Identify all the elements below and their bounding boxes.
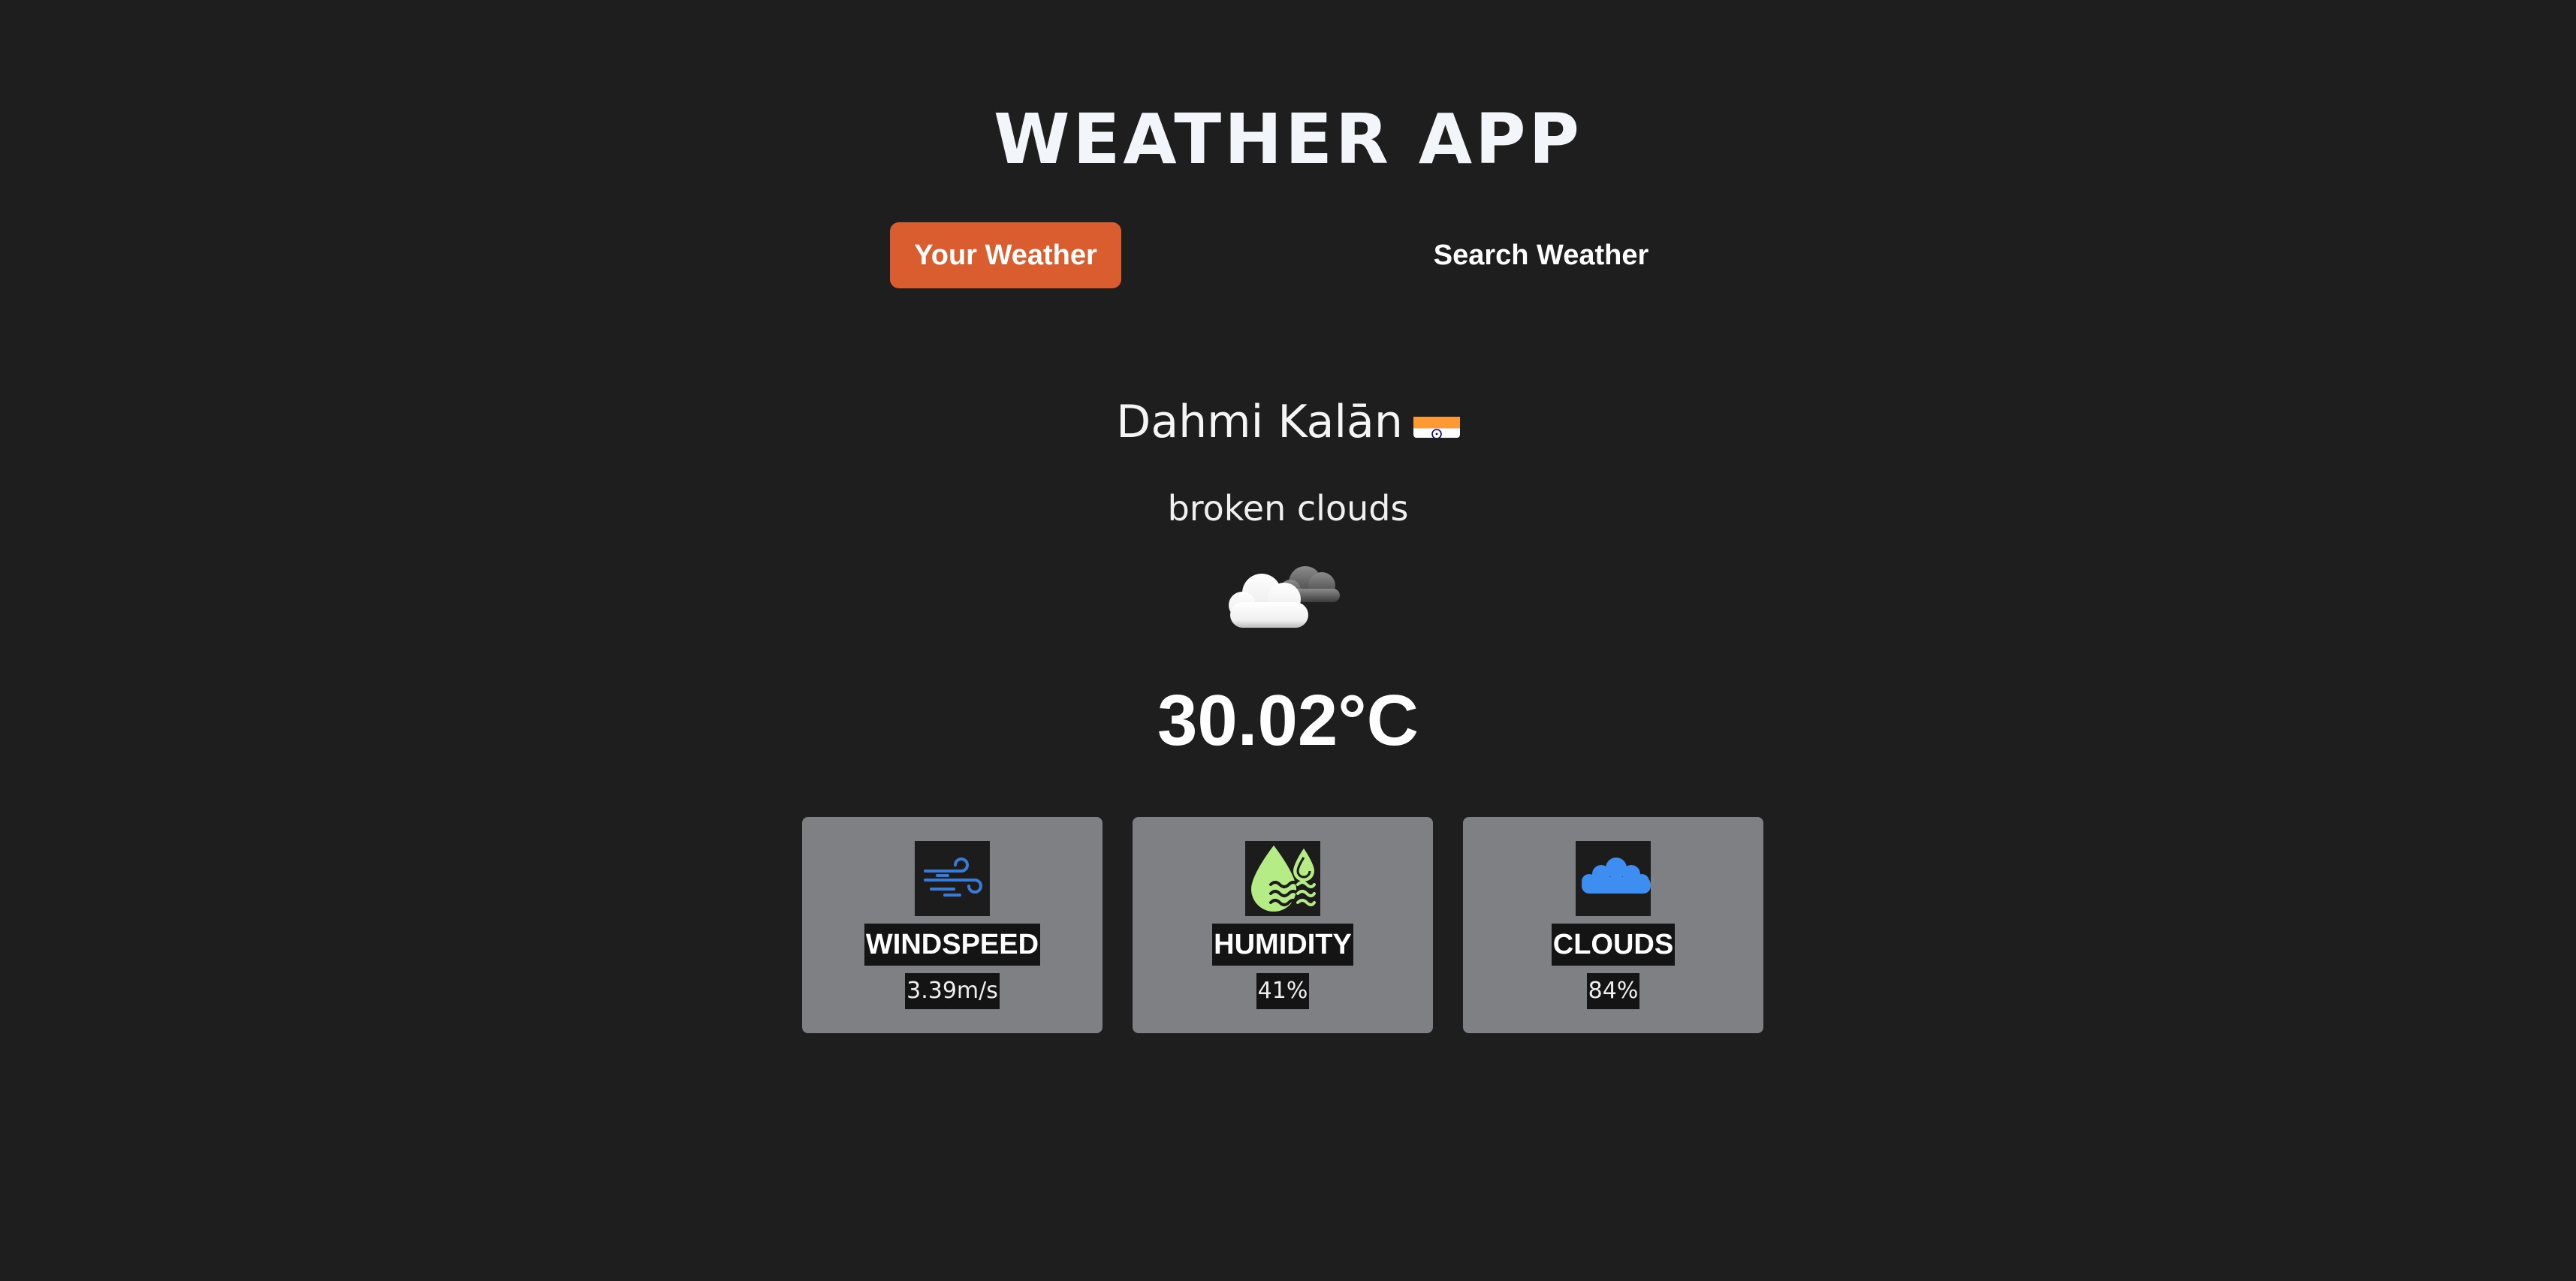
clouds-card: CLOUDS 84% xyxy=(1463,817,1763,1033)
india-flag-icon xyxy=(1413,403,1460,439)
weather-app: WEATHER APP Your Weather Search Weather … xyxy=(0,0,2576,1281)
weather-description: broken clouds xyxy=(1167,488,1409,529)
wind-icon xyxy=(915,841,990,916)
clouds-label: CLOUDS xyxy=(1551,924,1676,966)
humidity-card: HUMIDITY 41% xyxy=(1133,817,1433,1033)
city-name-row: Dahmi Kalān xyxy=(0,389,2576,455)
humidity-drop-icon xyxy=(1245,841,1320,916)
broken-clouds-icon xyxy=(1217,556,1352,638)
windspeed-label: WINDSPEED xyxy=(864,924,1041,966)
tab-bar: Your Weather Search Weather xyxy=(0,222,2576,288)
city-name: Dahmi Kalān xyxy=(1116,396,1403,448)
windspeed-card: WINDSPEED 3.39m/s xyxy=(802,817,1102,1033)
humidity-label: HUMIDITY xyxy=(1212,924,1353,966)
tab-search-weather[interactable]: Search Weather xyxy=(1398,222,1684,288)
cloud-icon xyxy=(1576,841,1651,916)
windspeed-value: 3.39m/s xyxy=(905,973,1000,1009)
app-title: WEATHER APP xyxy=(994,99,1582,179)
humidity-value: 41% xyxy=(1256,973,1310,1009)
tab-your-weather[interactable]: Your Weather xyxy=(890,222,1121,288)
temperature: 30.02°C xyxy=(1157,680,1419,761)
clouds-value: 84% xyxy=(1586,973,1640,1009)
